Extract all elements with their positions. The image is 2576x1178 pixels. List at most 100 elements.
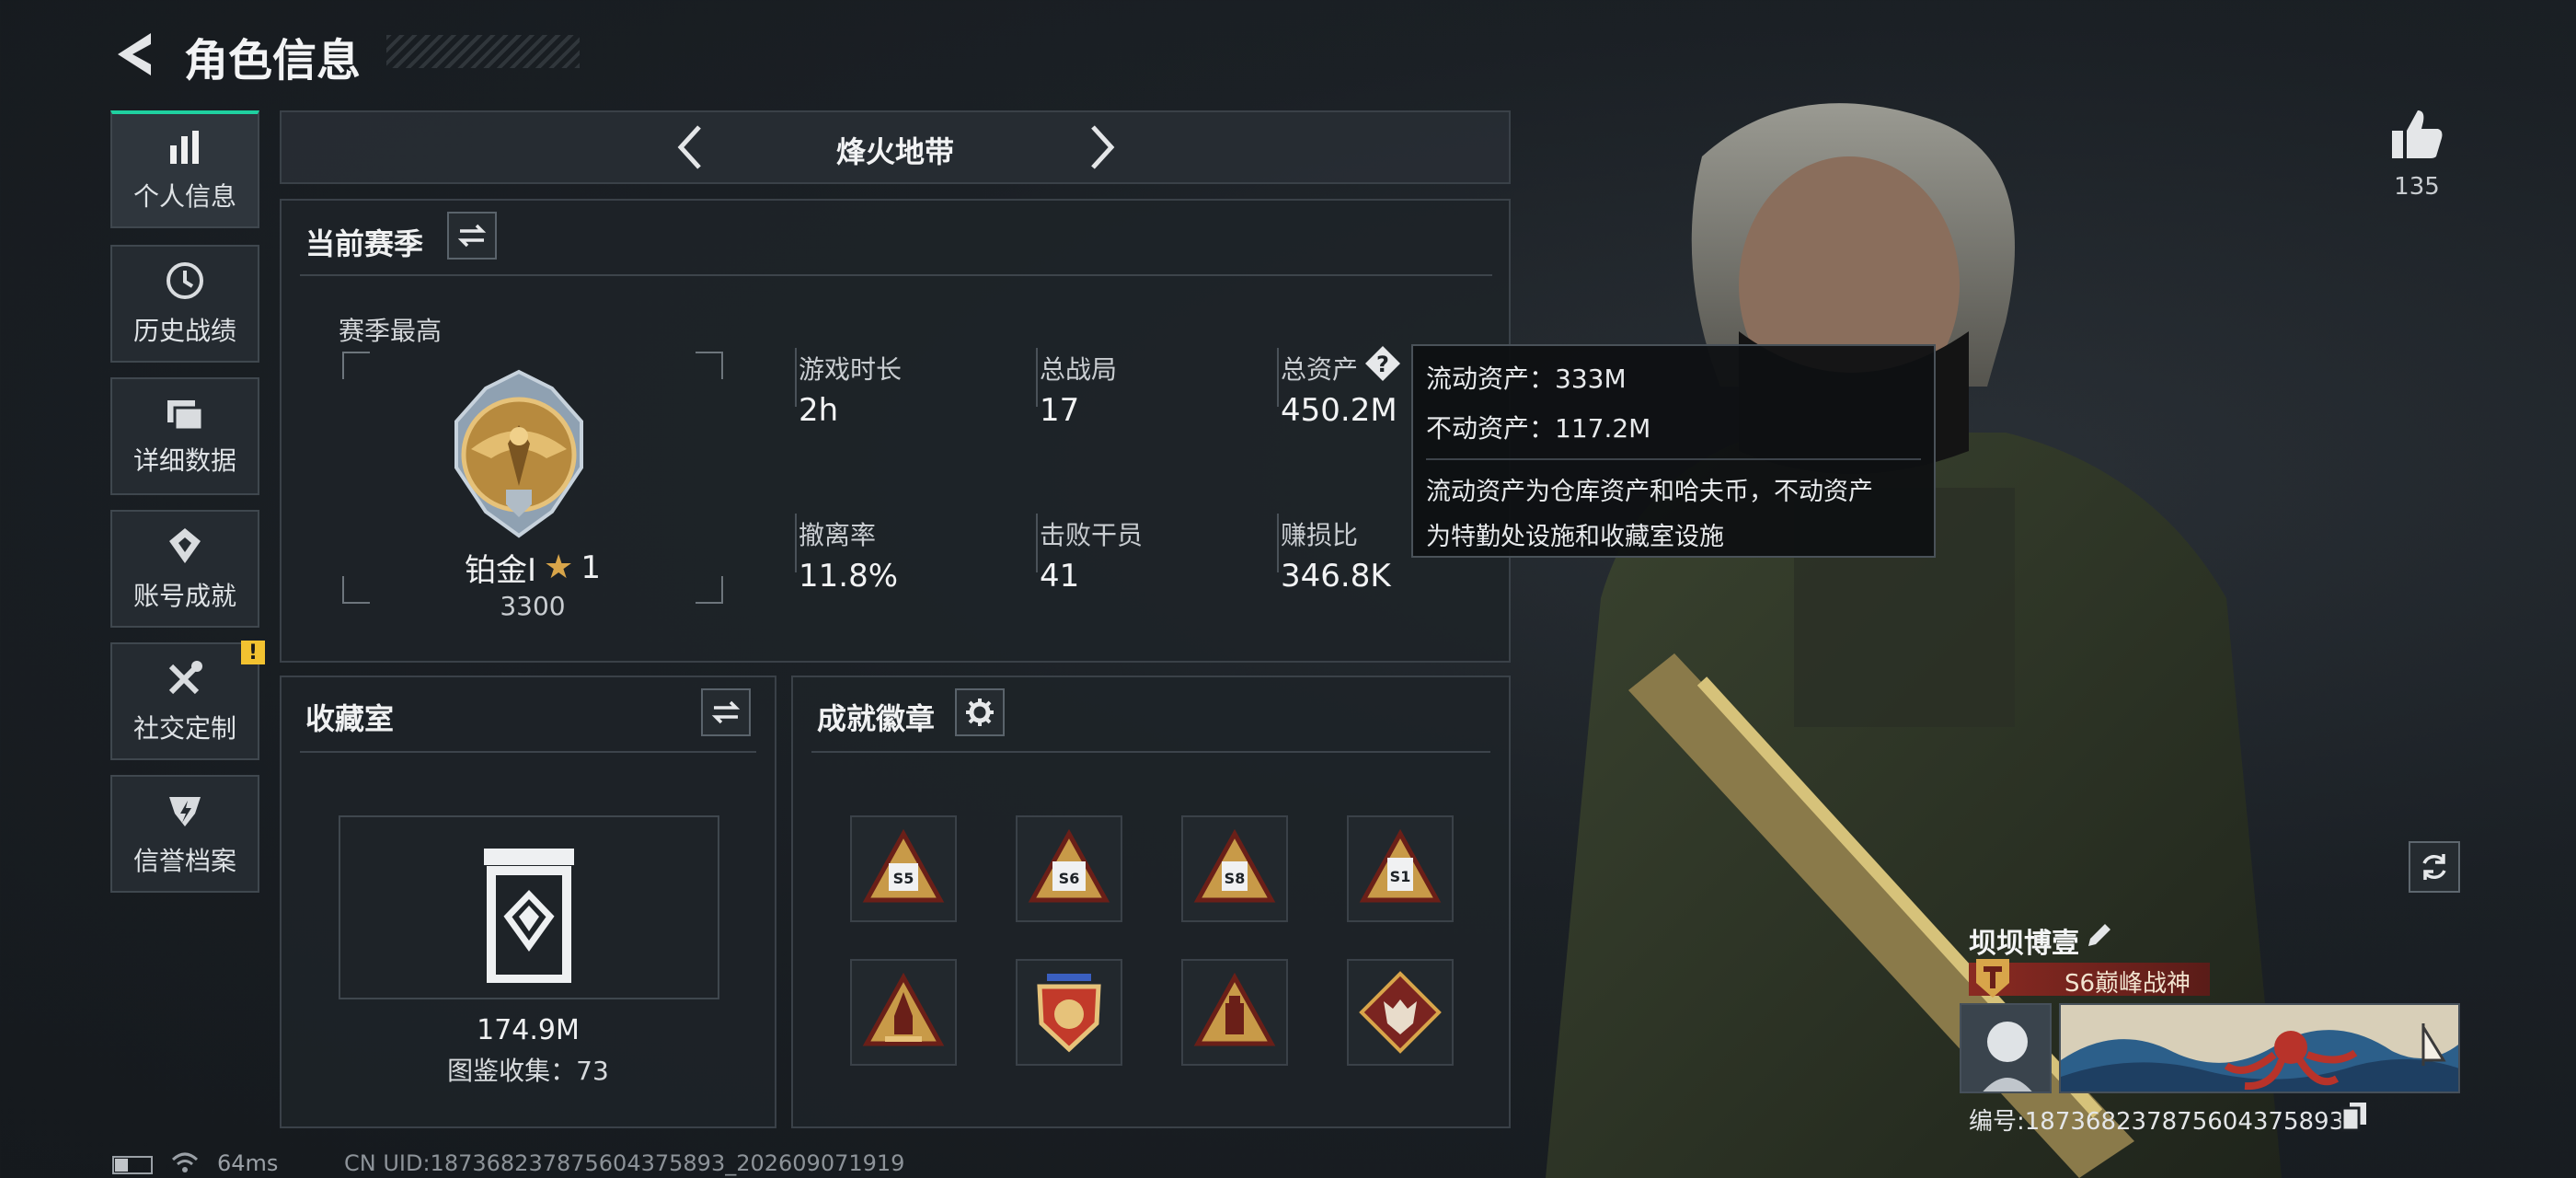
season-title: 当前赛季 [305,226,424,261]
sidebar-item-reputation[interactable]: 信誉档案 [110,775,259,893]
sidebar-item-label: 信誉档案 [132,846,236,876]
badge-s5[interactable]: S5 [850,815,957,922]
title-emblem-icon [1972,955,2013,1001]
player-avatar[interactable] [1960,1003,2052,1093]
badge-bottle[interactable] [1181,959,1288,1066]
mode-title: 烽火地带 [835,134,954,169]
tools-icon [168,661,202,695]
vault-icon [484,849,574,983]
copy-icon [2340,1103,2366,1132]
copy-id-button[interactable] [2340,1101,2368,1132]
season-switch-button[interactable] [447,212,497,260]
rank-stars: 1 [581,549,601,586]
svg-text:?: ? [1376,352,1389,377]
swap-icon [457,224,487,248]
stat-value-extract-rate: 11.8% [799,558,899,595]
player-title: S6巅峰战神 [2064,970,2191,998]
sidebar-item-label: 个人信息 [132,181,236,212]
badge-wolf-icon [1359,971,1442,1054]
reputation-icon [169,797,201,826]
stat-label-profit-ratio: 赚损比 [1281,520,1359,550]
sidebar-item-social[interactable]: 社交定制 ! [110,641,265,760]
star-icon: ★ [544,549,574,586]
tooltip-desc-2: 为特勤处设施和收藏室设施 [1426,523,1724,551]
back-button[interactable] [109,28,158,81]
thumbs-up-icon [2392,110,2443,158]
folders-icon [167,400,204,432]
rank-score: 3300 [500,591,566,621]
tooltip-fixed-assets: 不动资产：117.2M [1426,413,1651,444]
mode-selector: 烽火地带 [280,110,1511,184]
collection-switch-button[interactable] [701,688,751,736]
collection-preview[interactable] [339,815,719,999]
back-arrow-icon [118,33,151,75]
like-button[interactable] [2388,105,2445,162]
badge-rocket[interactable] [850,959,957,1066]
collection-panel: 收藏室 174.9M 图鉴收集：73 [280,676,776,1128]
sidebar-item-personal-info[interactable]: 个人信息 [110,110,259,228]
chevron-right-icon [1091,125,1115,169]
badge-wolf[interactable] [1347,959,1454,1066]
battery-icon [112,1156,153,1174]
badge-s1-icon: S1 [1359,828,1442,903]
warning-badge: ! [241,641,265,664]
collection-title: 收藏室 [305,701,395,736]
sidebar-item-label: 详细数据 [132,445,236,476]
sidebar-item-label: 历史战绩 [132,316,236,346]
stat-value-profit-ratio: 346.8K [1281,558,1391,595]
tooltip-liquid-assets: 流动资产：333M [1426,364,1627,394]
stat-label-playtime: 游戏时长 [799,354,903,385]
badge-s1-text: S1 [1390,868,1411,885]
edit-name-button[interactable] [2083,918,2116,952]
badge-s5-text: S5 [893,870,914,887]
rank-name-row: 铂金I ★ 1 [282,545,784,590]
badge-s6-text: S6 [1059,870,1080,887]
stat-value-kills: 41 [1040,558,1080,595]
refresh-icon [2422,854,2446,880]
badge-bottle-icon [1193,972,1276,1046]
rank-name: 铂金I [465,552,537,589]
badge-rocket-icon [862,972,945,1046]
tooltip-desc-1: 流动资产为仓库资产和哈夫币，不动资产 [1426,478,1873,506]
rank-emblem-icon [443,366,594,541]
badge-s8[interactable]: S8 [1181,815,1288,922]
badges-settings-button[interactable] [955,688,1005,736]
gear-icon [966,699,994,726]
sidebar-item-label: 社交定制 [132,713,236,744]
season-best-label: 赛季最高 [339,316,443,346]
like-count: 135 [2394,173,2440,201]
sidebar-item-achievements[interactable]: 账号成就 [110,510,259,628]
badge-s5-icon: S5 [862,828,945,903]
history-icon [167,262,203,299]
assets-help-icon[interactable]: ? [1363,344,1402,383]
sidebar-item-detail-data[interactable]: 详细数据 [110,377,259,495]
stat-label-extract-rate: 撤离率 [799,520,877,550]
wifi-icon [171,1150,199,1174]
season-panel: 当前赛季 赛季最高 铂金I ★ 1 3300 游戏时长 2h 总战局 17 总资… [280,199,1511,663]
stat-label-assets: 总资产 [1281,354,1359,385]
badge-s1[interactable]: S1 [1347,815,1454,922]
swap-icon [711,700,741,724]
badges-title: 成就徽章 [817,701,936,736]
next-mode-button[interactable] [1078,121,1124,173]
sidebar-item-label: 账号成就 [132,581,236,611]
rotate-button[interactable] [2409,841,2460,893]
collection-value: 174.9M [477,1014,580,1046]
collection-catalog: 图鉴收集：73 [447,1056,609,1086]
sidebar-item-history[interactable]: 历史战绩 [110,245,259,363]
title-banner: S6巅峰战神 [1969,959,2210,998]
header-stripes [386,35,580,68]
pencil-icon [2088,924,2110,946]
page-title: 角色信息 [184,35,362,87]
badges-panel: 成就徽章 S5 S6 S8 S1 [791,676,1511,1128]
assets-tooltip: 流动资产：333M 不动资产：117.2M 流动资产为仓库资产和哈夫币，不动资产… [1411,344,1936,558]
ping-text: 64ms [217,1150,279,1176]
badge-shield[interactable] [1016,959,1122,1066]
uid-text: CN UID:187368237875604375893_20260907191… [344,1150,905,1176]
badge-s6[interactable]: S6 [1016,815,1122,922]
badge-s6-icon: S6 [1028,828,1110,903]
stat-label-kills: 击败干员 [1040,520,1144,550]
badge-s8-text: S8 [1225,870,1246,887]
player-banner-image [2059,1003,2460,1093]
stat-value-playtime: 2h [799,392,839,429]
